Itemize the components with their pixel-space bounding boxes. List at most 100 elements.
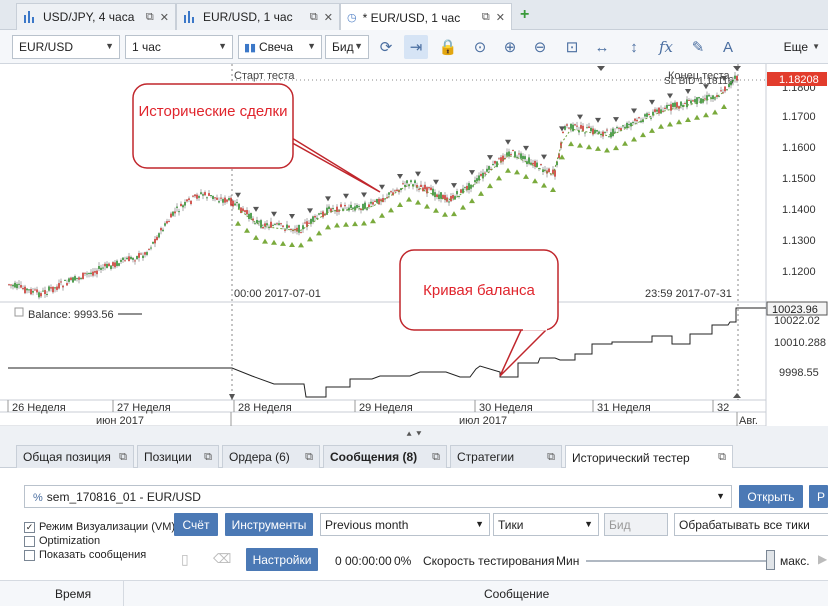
period-preset-select[interactable]: Previous month ▼ [320, 513, 490, 536]
chart-type-select[interactable]: ▮▮ Свеча ▼ [238, 35, 322, 59]
optimization-checkbox[interactable]: Optimization [24, 535, 100, 547]
chevron-down-icon: ▼ [584, 519, 593, 529]
candle-body [84, 272, 86, 274]
candle-body [54, 287, 56, 289]
candle-body [294, 228, 296, 231]
process-mode-select[interactable]: Обрабатывать все тики [674, 513, 828, 536]
period-select[interactable]: 1 час ▼ [125, 35, 233, 59]
candle-body [190, 200, 192, 205]
candle-body [230, 197, 232, 206]
refresh-icon[interactable]: ⟳ [374, 35, 398, 59]
tab-eurusd-1h-test[interactable]: ◷ * EUR/USD, 1 час ⧉ ✕ [340, 3, 512, 31]
tab-eurusd-1h[interactable]: EUR/USD, 1 час ⧉ ✕ [176, 3, 340, 30]
report-partial-button[interactable]: Р [809, 485, 828, 508]
zoom-out-icon[interactable]: ⊖ [528, 35, 552, 59]
zoom-area-icon[interactable]: ⊡ [560, 35, 584, 59]
clear-icon[interactable]: ⌫ [213, 551, 231, 567]
candle-body [456, 191, 458, 195]
tab-strategies[interactable]: Стратегии ⧉ [450, 445, 562, 468]
horizontal-scale-icon[interactable]: ↔ [590, 35, 614, 59]
indicators-icon[interactable]: fx [654, 35, 678, 59]
chart-area[interactable]: Старт теста Конец теста SL BID 1.18116 1… [0, 64, 828, 426]
svg-text:10023.96: 10023.96 [772, 304, 818, 316]
panel-splitter[interactable]: ⯅ ⯆ [0, 426, 828, 442]
tab-historical-tester[interactable]: Исторический тестер ⧉ [565, 445, 733, 469]
candle-body [174, 211, 176, 214]
candle-body [340, 204, 342, 207]
strategy-select[interactable]: % sem_170816_01 - EUR/USD ▼ [24, 485, 732, 508]
candle-body [712, 95, 714, 100]
tab-orders[interactable]: Ордера (6) ⧉ [222, 445, 320, 468]
balance-tick: 9998.55 [779, 367, 819, 379]
candle-body [156, 236, 158, 241]
price-input: Бид [604, 513, 668, 536]
candle-body [140, 253, 142, 255]
column-time[interactable]: Время [55, 587, 91, 601]
column-message[interactable]: Сообщение [484, 587, 549, 601]
instruments-button[interactable]: Инструменты [225, 513, 313, 536]
play-icon[interactable]: ▶ [818, 552, 827, 566]
undock-icon[interactable]: ⧉ [432, 451, 440, 464]
lock-icon[interactable]: 🔒 [436, 35, 460, 59]
tab-positions[interactable]: Позиции ⧉ [137, 445, 219, 468]
zoom-fit-icon[interactable]: ⊙ [468, 35, 492, 59]
candle-body [376, 198, 378, 203]
undock-icon[interactable]: ⧉ [718, 451, 726, 464]
undock-icon[interactable]: ⧉ [482, 11, 490, 24]
candle-body [548, 168, 550, 173]
candle-body [52, 286, 54, 293]
candle-body [68, 278, 70, 282]
data-type-select[interactable]: Тики ▼ [493, 513, 599, 536]
text-tool-icon[interactable]: A [716, 35, 740, 59]
draw-pencil-icon[interactable]: ✎ [686, 35, 710, 59]
checkbox-checked-icon[interactable]: ✓ [24, 521, 35, 533]
open-button[interactable]: Открыть [739, 485, 803, 508]
candle-body [364, 202, 366, 209]
undock-icon[interactable]: ⧉ [119, 451, 127, 464]
vertical-scale-icon[interactable]: ↕ [622, 35, 646, 59]
undock-icon[interactable]: ⧉ [547, 451, 555, 464]
shift-chart-icon[interactable]: ⇥ [404, 35, 428, 59]
candle-body [282, 225, 284, 227]
collapse-arrows-icon[interactable]: ⯅ ⯆ [406, 429, 423, 439]
more-menu-button[interactable]: Еще [784, 40, 808, 54]
add-chart-icon[interactable]: + [520, 6, 529, 24]
week-tick: 31 Неделя [597, 402, 651, 414]
tab-summary-position[interactable]: Общая позиция ⧉ [16, 445, 134, 468]
undock-icon[interactable]: ⧉ [310, 11, 318, 24]
candle-body [580, 125, 582, 129]
account-button[interactable]: Счёт [174, 513, 218, 536]
tab-messages[interactable]: Сообщения (8) ⧉ [323, 445, 447, 468]
undock-icon[interactable]: ⧉ [305, 451, 313, 464]
settings-button[interactable]: Настройки [246, 548, 318, 571]
candle-body [116, 260, 118, 266]
candle-body [254, 223, 256, 225]
week-tick: 27 Неделя [117, 402, 171, 414]
copy-icon[interactable]: ▯ [181, 551, 189, 568]
candle-body [30, 289, 32, 295]
price-chart-svg[interactable]: Старт теста Конец теста SL BID 1.18116 1… [0, 64, 828, 426]
zoom-in-icon[interactable]: ⊕ [498, 35, 522, 59]
candle-body [554, 170, 556, 177]
balance-tick: 10022.02 [774, 315, 820, 327]
undock-icon[interactable]: ⧉ [146, 11, 154, 24]
candle-body [162, 229, 164, 232]
tab-usdjpy-4h[interactable]: USD/JPY, 4 часа ⧉ ✕ [16, 3, 176, 30]
price-type-select[interactable]: Бид ▼ [325, 35, 369, 59]
close-icon[interactable]: ✕ [324, 11, 333, 24]
undock-icon[interactable]: ⧉ [204, 451, 212, 464]
instrument-select[interactable]: EUR/USD ▼ [12, 35, 120, 59]
candle-body [112, 262, 114, 266]
candle-body [396, 189, 398, 192]
close-icon[interactable]: ✕ [496, 11, 505, 24]
show-messages-checkbox[interactable]: Показать сообщения [24, 549, 146, 561]
speed-slider-track[interactable] [586, 560, 774, 562]
candle-body [218, 201, 220, 203]
candle-body [72, 277, 74, 283]
candle-body [708, 94, 710, 97]
candle-body [250, 213, 252, 219]
candle-body [608, 136, 610, 138]
speed-slider-thumb[interactable] [766, 550, 775, 570]
close-icon[interactable]: ✕ [160, 11, 169, 24]
visual-mode-checkbox[interactable]: ✓ Режим Визуализации (VM) [24, 521, 175, 533]
